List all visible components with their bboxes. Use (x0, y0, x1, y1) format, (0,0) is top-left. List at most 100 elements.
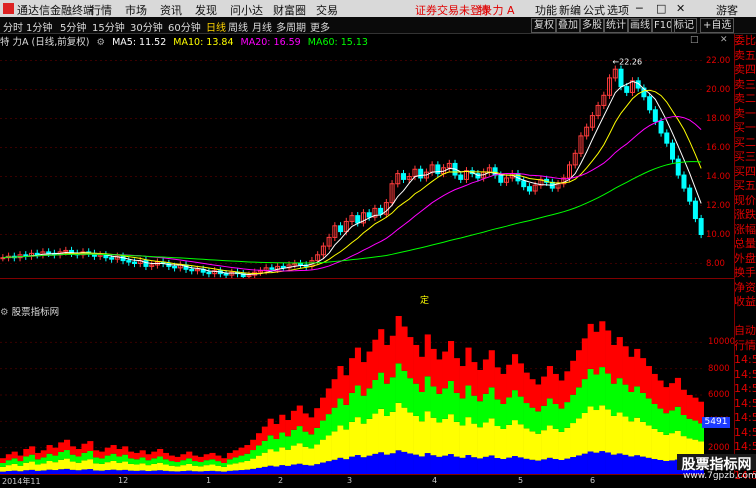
candle-body (419, 169, 423, 178)
side-list-item[interactable]: 卖五 (734, 49, 756, 64)
volume-bar-segment (396, 403, 402, 450)
volume-bar-segment (611, 416, 617, 455)
period-tab-15min[interactable]: 15分钟 (92, 19, 125, 34)
volume-bar-segment (570, 361, 576, 395)
candle-body (190, 269, 194, 270)
side-list-item[interactable]: 涨幅 (734, 223, 756, 238)
user-label[interactable]: 游客 (716, 2, 738, 18)
volume-bar-segment (215, 461, 221, 466)
volume-bar-segment (646, 366, 652, 398)
expand-icon[interactable]: □ (690, 35, 699, 45)
volume-bar-segment (52, 462, 58, 470)
period-tab-1min[interactable]: 1分钟 (26, 19, 52, 34)
close-icon[interactable]: ✕ (676, 2, 685, 15)
side-list-item[interactable]: 14:5 (734, 440, 756, 455)
side-list-item[interactable]: 自动 (734, 324, 756, 339)
side-list-item[interactable]: 收益 (734, 295, 756, 310)
period-tab-intraday[interactable]: 分时 (3, 19, 23, 34)
period-tab-monthly[interactable]: 月线 (252, 19, 272, 34)
side-list-item[interactable]: 卖一 (734, 107, 756, 122)
side-list-item[interactable]: 14:5 (734, 397, 756, 412)
side-list-item[interactable]: 买二 (734, 136, 756, 151)
volume-bar-segment (495, 399, 501, 426)
menu-item-wealth[interactable]: 财富圈 (273, 2, 306, 18)
volume-bar-segment (367, 456, 373, 474)
volume-bar-segment (116, 456, 122, 462)
minimize-icon[interactable]: ─ (636, 2, 643, 15)
menu-item-trade[interactable]: 交易 (316, 2, 338, 18)
side-list-item[interactable]: 14:5 (734, 411, 756, 426)
side-list-item[interactable]: 买四 (734, 165, 756, 180)
volume-bar-segment (332, 431, 338, 459)
mark-button[interactable]: 标记 (671, 18, 697, 33)
volume-bar-segment (611, 455, 617, 474)
candle-body (35, 253, 39, 254)
menu-item-quotes[interactable]: 行情 (90, 2, 112, 18)
side-list-item[interactable]: 14:5 (734, 426, 756, 441)
add-watchlist-button[interactable]: +自选 (700, 18, 734, 33)
period-tab-5min[interactable]: 5分钟 (60, 19, 86, 34)
side-list-item[interactable]: 现价 (734, 194, 756, 209)
side-list-item[interactable]: 14:5 (734, 368, 756, 383)
volume-bar-segment (553, 459, 559, 474)
side-list-item[interactable]: 买一 (734, 121, 756, 136)
volume-bar-segment (535, 461, 541, 474)
side-list-item[interactable]: 14:5 (734, 382, 756, 397)
volume-bar-segment (495, 426, 501, 458)
overlay-button[interactable]: 叠加 (555, 18, 581, 33)
volume-bar-segment (244, 454, 250, 461)
volume-bar-segment (314, 408, 320, 428)
period-tab-multi[interactable]: 多周期 (276, 19, 306, 34)
menu-item-formula[interactable]: 公式 (583, 2, 605, 18)
side-list-item[interactable]: 14:5 (734, 353, 756, 368)
side-list-item[interactable]: 换手 (734, 266, 756, 281)
side-list-item[interactable]: 总量 (734, 237, 756, 252)
period-tab-daily[interactable]: 日线 (206, 19, 226, 34)
adjust-button[interactable]: 复权 (531, 18, 557, 33)
volume-bar-segment (111, 445, 117, 454)
menu-item-ask[interactable]: 问小达 (230, 2, 263, 18)
volume-bar-segment (180, 460, 186, 465)
period-tab-weekly[interactable]: 周线 (228, 19, 248, 34)
draw-line-button[interactable]: 画线 (627, 18, 653, 33)
side-list-item[interactable]: 外盘 (734, 252, 756, 267)
side-list-item[interactable]: 卖四 (734, 63, 756, 78)
multi-stock-button[interactable]: 多股 (579, 18, 605, 33)
volume-bar-segment (541, 459, 547, 474)
volume-bar-segment (343, 459, 349, 474)
menu-item-options[interactable]: 选项 (607, 2, 629, 18)
volume-bar-segment (576, 350, 582, 387)
period-tab-30min[interactable]: 30分钟 (130, 19, 163, 34)
volume-bar-segment (500, 429, 506, 459)
side-list-item[interactable]: 卖三 (734, 78, 756, 93)
menu-item-new[interactable]: 新编 (559, 2, 581, 18)
period-tab-more[interactable]: 更多 (310, 19, 330, 34)
volume-bar-segment (623, 385, 629, 417)
close-panel-icon[interactable]: ✕ (720, 35, 728, 45)
candle-body (298, 264, 302, 265)
side-list-item[interactable]: 卖二 (734, 92, 756, 107)
statistics-button[interactable]: 统计 (603, 18, 629, 33)
price-chart[interactable]: ←22.26←6.54 (0, 46, 704, 278)
side-list-item[interactable]: 买三 (734, 150, 756, 165)
menu-item-market[interactable]: 市场 (125, 2, 147, 18)
volume-bar-segment (70, 446, 76, 454)
side-list-item[interactable]: 委比 (734, 34, 756, 49)
date-label: 4 (432, 476, 437, 485)
volume-bar-segment (122, 446, 128, 454)
menu-item-discover[interactable]: 发现 (195, 2, 217, 18)
side-list-item[interactable] (734, 310, 756, 325)
date-label: 6 (590, 476, 595, 485)
period-tab-60min[interactable]: 60分钟 (168, 19, 201, 34)
volume-bar-segment (628, 392, 634, 421)
side-list-item[interactable]: 买五 (734, 179, 756, 194)
side-list-item[interactable]: 净资 (734, 281, 756, 296)
menu-item-function[interactable]: 功能 (535, 2, 557, 18)
volume-bar-segment (442, 352, 448, 389)
volume-bar-segment (35, 465, 41, 471)
volume-chart[interactable] (0, 316, 704, 474)
menu-item-news[interactable]: 资讯 (160, 2, 182, 18)
side-list-item[interactable]: 涨跌 (734, 208, 756, 223)
maximize-icon[interactable]: □ (656, 2, 666, 15)
side-list-item[interactable]: 行情 (734, 339, 756, 354)
